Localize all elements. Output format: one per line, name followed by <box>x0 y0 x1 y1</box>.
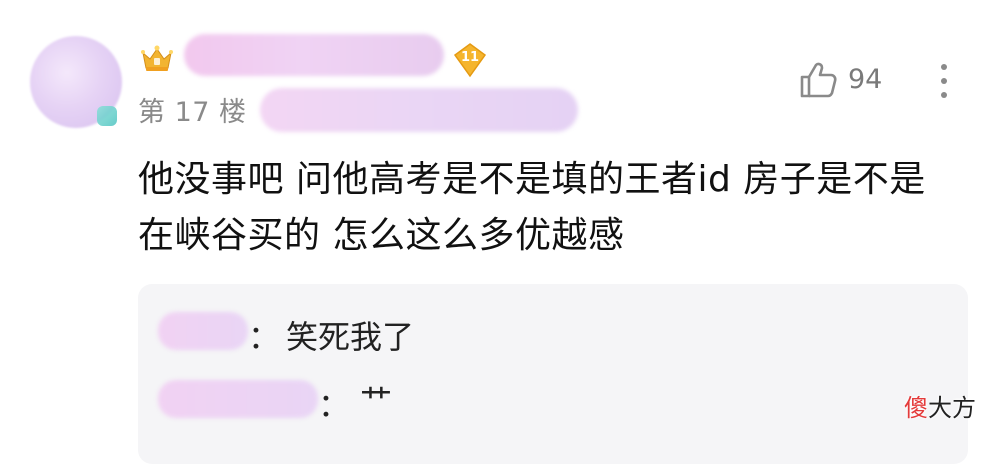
crown-icon <box>141 45 173 71</box>
reply-separator: ： <box>248 318 281 356</box>
reply-separator: ： <box>318 386 351 424</box>
comment-text: 他没事吧 问他高考是不是填的王者id 房子是不是在峡谷买的 怎么这么多优越感 <box>138 159 926 256</box>
reply-text: 艹 <box>360 382 393 420</box>
level-number: 11 <box>460 50 480 65</box>
watermark-rest: 大方 <box>928 394 976 422</box>
post-meta-redacted <box>260 88 578 132</box>
watermark-accent: 傻 <box>904 394 928 422</box>
reply-author-redacted[interactable] <box>158 312 248 350</box>
reply-text: 笑死我了 <box>286 318 415 356</box>
avatar-badge-icon <box>97 106 117 126</box>
reply-author-redacted[interactable] <box>158 380 318 418</box>
more-vertical-icon[interactable] <box>934 60 954 104</box>
thumbs-up-icon[interactable] <box>798 60 838 100</box>
reply-list[interactable]: ： 笑死我了 ： 艹 <box>138 284 968 464</box>
floor-number: 第 17 楼 <box>138 97 247 128</box>
username-redacted[interactable] <box>184 34 444 76</box>
level-badge: 11 <box>452 42 488 78</box>
like-count: 94 <box>848 64 883 95</box>
watermark: 傻大方 <box>904 388 976 423</box>
